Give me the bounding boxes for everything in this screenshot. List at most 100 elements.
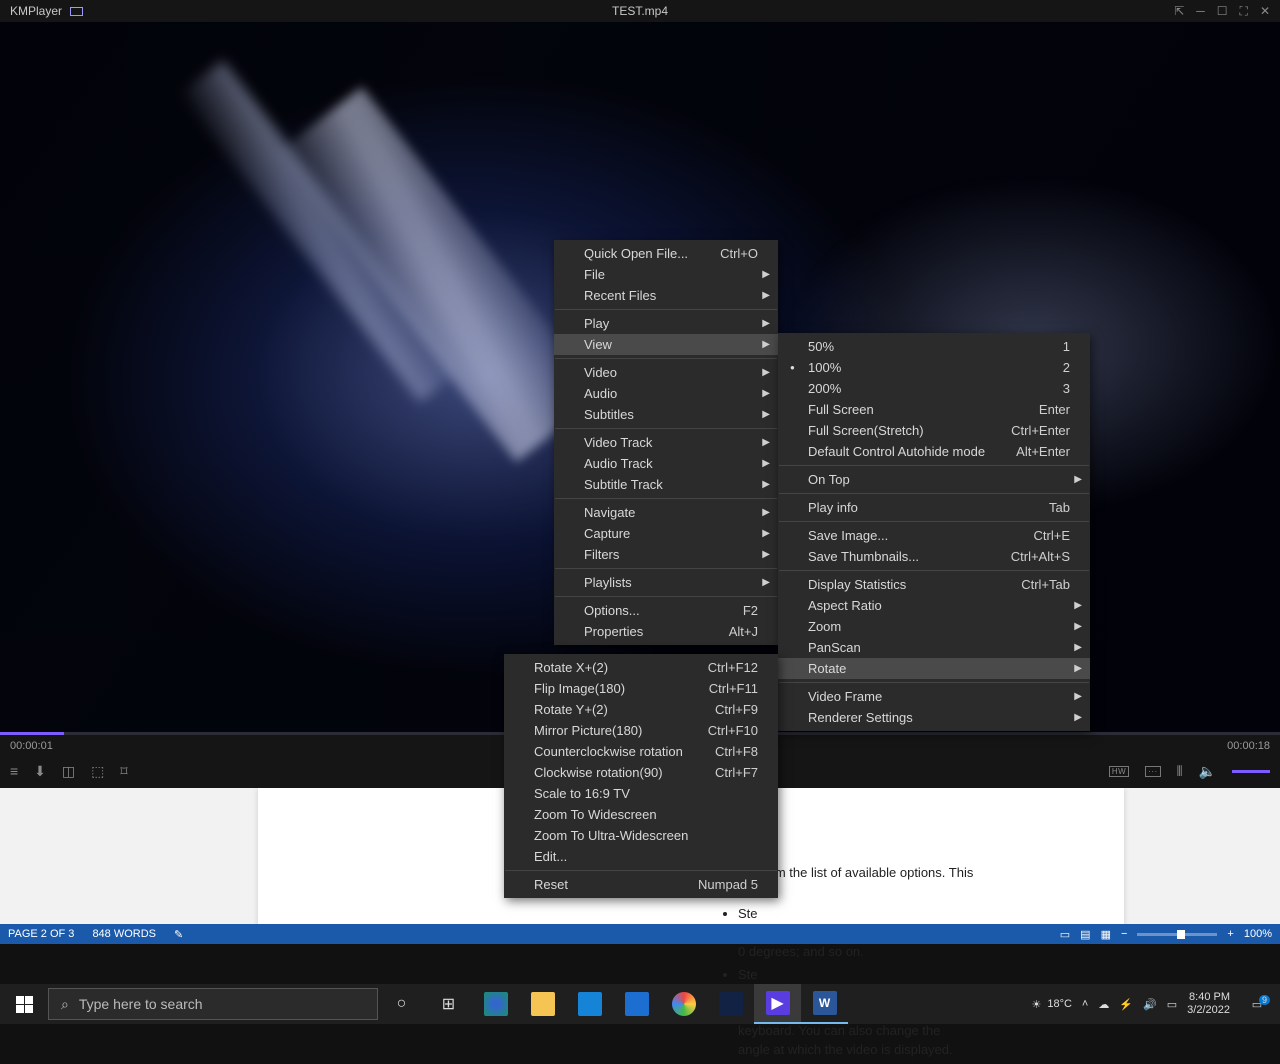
view-menu-item[interactable]: Zoom▶ <box>778 616 1090 637</box>
tray-lang-icon[interactable]: ▭ <box>1167 998 1177 1011</box>
playlist-icon[interactable]: ≡ <box>10 763 18 780</box>
main-menu-item[interactable]: Options...F2 <box>554 600 778 621</box>
vr-icon[interactable]: ◫ <box>62 763 75 780</box>
rotate-menu-item[interactable]: Zoom To Widescreen <box>504 804 778 825</box>
main-menu-item[interactable]: Filters▶ <box>554 544 778 565</box>
main-menu-item[interactable]: View▶ <box>554 334 778 355</box>
tray-wifi-icon[interactable]: ⚡ <box>1119 998 1133 1011</box>
main-menu-item[interactable]: Video Track▶ <box>554 432 778 453</box>
mute-icon[interactable]: 🔈 <box>1199 763 1216 780</box>
main-menu-item[interactable]: Subtitles▶ <box>554 404 778 425</box>
fullscreen-icon[interactable]: ⛶ <box>1240 4 1248 19</box>
cortana-button[interactable]: ○ <box>378 984 425 1024</box>
main-menu-item[interactable]: Play▶ <box>554 313 778 334</box>
zoom-in-icon[interactable]: + <box>1227 928 1233 940</box>
download-icon[interactable]: ⬇ <box>34 763 46 780</box>
volume-slider[interactable] <box>1232 770 1270 773</box>
menu-item-shortcut: Ctrl+E <box>1004 528 1070 543</box>
main-menu-item[interactable]: Video▶ <box>554 362 778 383</box>
cube-icon[interactable]: ⬚ <box>91 763 104 780</box>
word-view-web-icon[interactable]: ▦ <box>1101 928 1111 941</box>
close-icon[interactable]: ✕ <box>1260 4 1270 19</box>
word-view-print-icon[interactable]: ▤ <box>1080 928 1090 941</box>
taskbar-app-utility[interactable] <box>707 984 754 1024</box>
view-menu-item[interactable]: 50%1 <box>778 336 1090 357</box>
rotate-menu-item[interactable]: Rotate X+(2)Ctrl+F12 <box>504 657 778 678</box>
main-menu-item[interactable]: File▶ <box>554 264 778 285</box>
taskbar-search[interactable]: ⌕ Type here to search <box>48 988 378 1020</box>
view-menu-item[interactable]: 200%3 <box>778 378 1090 399</box>
rotate-menu-item[interactable]: Flip Image(180)Ctrl+F11 <box>504 678 778 699</box>
main-menu-item[interactable]: Playlists▶ <box>554 572 778 593</box>
main-menu-item[interactable]: Subtitle Track▶ <box>554 474 778 495</box>
view-menu-item[interactable]: On Top▶ <box>778 469 1090 490</box>
taskbar-app-chrome[interactable] <box>660 984 707 1024</box>
view-menu-item[interactable]: Full Screen(Stretch)Ctrl+Enter <box>778 420 1090 441</box>
taskbar-weather[interactable]: ☀ 18°C <box>1031 998 1071 1011</box>
view-menu-item[interactable]: Play infoTab <box>778 497 1090 518</box>
taskbar-notifications[interactable]: ▭ 9 <box>1240 998 1274 1011</box>
context-menu-rotate[interactable]: Rotate X+(2)Ctrl+F12Flip Image(180)Ctrl+… <box>504 654 778 898</box>
tray-onedrive-icon[interactable]: ☁ <box>1098 998 1109 1011</box>
menu-item-label: Rotate <box>808 661 846 676</box>
zoom-out-icon[interactable]: − <box>1121 928 1127 940</box>
rotate-menu-item[interactable]: Edit... <box>504 846 778 867</box>
view-menu-item[interactable]: Save Thumbnails...Ctrl+Alt+S <box>778 546 1090 567</box>
equalizer-icon[interactable]: ⫴ <box>1177 763 1183 780</box>
taskbar-app-edge[interactable] <box>472 984 519 1024</box>
view-menu-item[interactable]: 100%2 <box>778 357 1090 378</box>
taskview-button[interactable]: ⊞ <box>425 984 472 1024</box>
main-menu-item[interactable]: Quick Open File...Ctrl+O <box>554 243 778 264</box>
cc-badge[interactable]: ··· <box>1145 766 1161 777</box>
menu-item-label: Full Screen(Stretch) <box>808 423 924 438</box>
main-menu-item[interactable]: Navigate▶ <box>554 502 778 523</box>
rotate-menu-item[interactable]: Clockwise rotation(90)Ctrl+F7 <box>504 762 778 783</box>
word-word-count[interactable]: 848 WORDS <box>92 928 156 940</box>
word-proofing-icon[interactable]: ✎ <box>174 928 183 941</box>
view-menu-item[interactable]: Display StatisticsCtrl+Tab <box>778 574 1090 595</box>
titlebar[interactable]: KMPlayer TEST.mp4 ⇱ ─ ☐ ⛶ ✕ <box>0 0 1280 22</box>
context-menu-main[interactable]: Quick Open File...Ctrl+OFile▶Recent File… <box>554 240 778 645</box>
menu-item-label: Flip Image(180) <box>534 681 625 696</box>
rotate-menu-item[interactable]: Mirror Picture(180)Ctrl+F10 <box>504 720 778 741</box>
rotate-menu-item[interactable]: Rotate Y+(2)Ctrl+F9 <box>504 699 778 720</box>
taskbar-clock[interactable]: 8:40 PM 3/2/2022 <box>1187 991 1230 1016</box>
main-menu-item[interactable]: Recent Files▶ <box>554 285 778 306</box>
main-menu-item[interactable]: Audio▶ <box>554 383 778 404</box>
context-menu-view[interactable]: 50%1100%2200%3Full ScreenEnterFull Scree… <box>778 333 1090 731</box>
taskbar-app-store[interactable] <box>566 984 613 1024</box>
view-menu-item[interactable]: Video Frame▶ <box>778 686 1090 707</box>
crop-icon[interactable]: ⌑ <box>120 763 127 780</box>
rotate-menu-item[interactable]: Counterclockwise rotationCtrl+F8 <box>504 741 778 762</box>
taskbar-app-explorer[interactable] <box>519 984 566 1024</box>
minimize-icon[interactable]: ─ <box>1196 4 1205 19</box>
zoom-slider[interactable] <box>1137 933 1217 936</box>
weather-icon: ☀ <box>1031 998 1041 1011</box>
taskbar-app-word[interactable]: W <box>801 984 848 1024</box>
main-menu-item[interactable]: Capture▶ <box>554 523 778 544</box>
view-menu-item[interactable]: Rotate▶ <box>778 658 1090 679</box>
maximize-icon[interactable]: ☐ <box>1217 4 1228 19</box>
main-menu-item[interactable]: PropertiesAlt+J <box>554 621 778 642</box>
hd-badge[interactable]: HW <box>1109 766 1129 777</box>
tray-chevron-icon[interactable]: ˄ <box>1082 998 1088 1010</box>
view-menu-item[interactable]: Renderer Settings▶ <box>778 707 1090 728</box>
taskbar: ⌕ Type here to search ○ ⊞ ▶ W ☀ 18°C ˄ ☁… <box>0 984 1280 1024</box>
zoom-value[interactable]: 100% <box>1244 928 1272 940</box>
start-button[interactable] <box>0 984 48 1024</box>
rotate-menu-item[interactable]: ResetNumpad 5 <box>504 874 778 895</box>
view-menu-item[interactable]: PanScan▶ <box>778 637 1090 658</box>
rotate-menu-item[interactable]: Scale to 16:9 TV <box>504 783 778 804</box>
taskbar-app-mail[interactable] <box>613 984 660 1024</box>
word-view-read-icon[interactable]: ▭ <box>1060 928 1070 941</box>
main-menu-item[interactable]: Audio Track▶ <box>554 453 778 474</box>
word-page-count[interactable]: PAGE 2 OF 3 <box>8 928 74 940</box>
taskbar-app-kmplayer[interactable]: ▶ <box>754 984 801 1024</box>
view-menu-item[interactable]: Default Control Autohide modeAlt+Enter <box>778 441 1090 462</box>
view-menu-item[interactable]: Save Image...Ctrl+E <box>778 525 1090 546</box>
pin-icon[interactable]: ⇱ <box>1174 4 1184 19</box>
view-menu-item[interactable]: Aspect Ratio▶ <box>778 595 1090 616</box>
tray-volume-icon[interactable]: 🔊 <box>1143 998 1157 1011</box>
view-menu-item[interactable]: Full ScreenEnter <box>778 399 1090 420</box>
rotate-menu-item[interactable]: Zoom To Ultra-Widescreen <box>504 825 778 846</box>
